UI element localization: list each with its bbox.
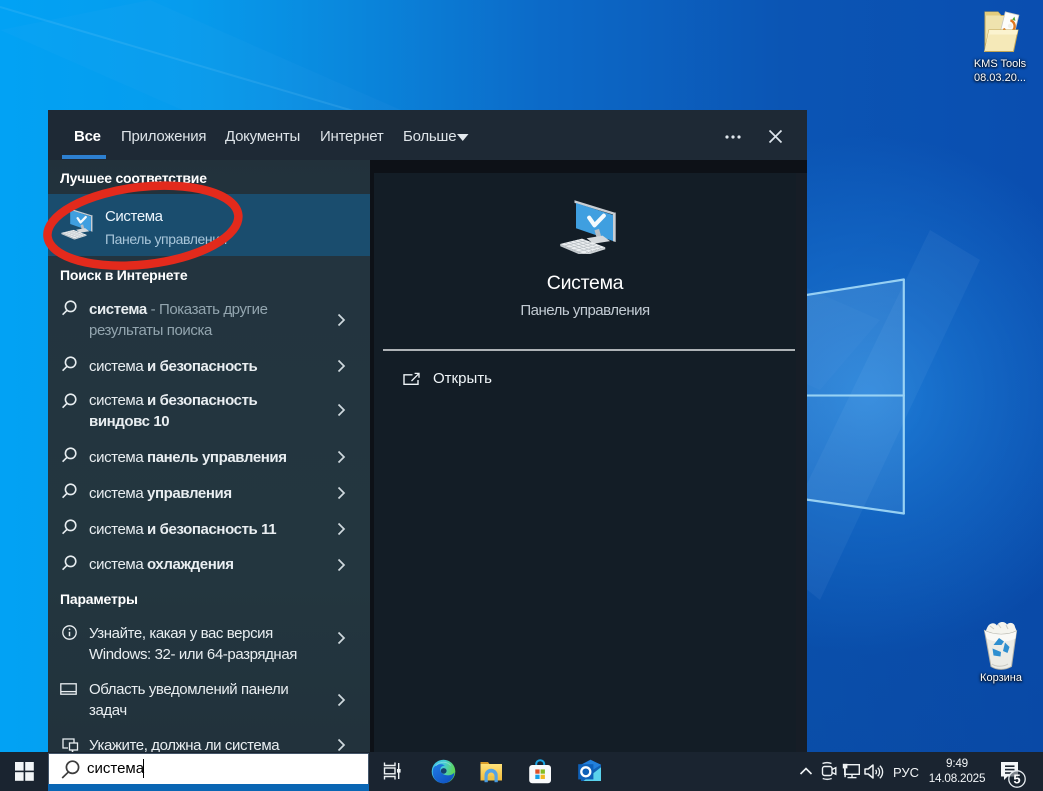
svg-text:5: 5 <box>1013 772 1020 787</box>
